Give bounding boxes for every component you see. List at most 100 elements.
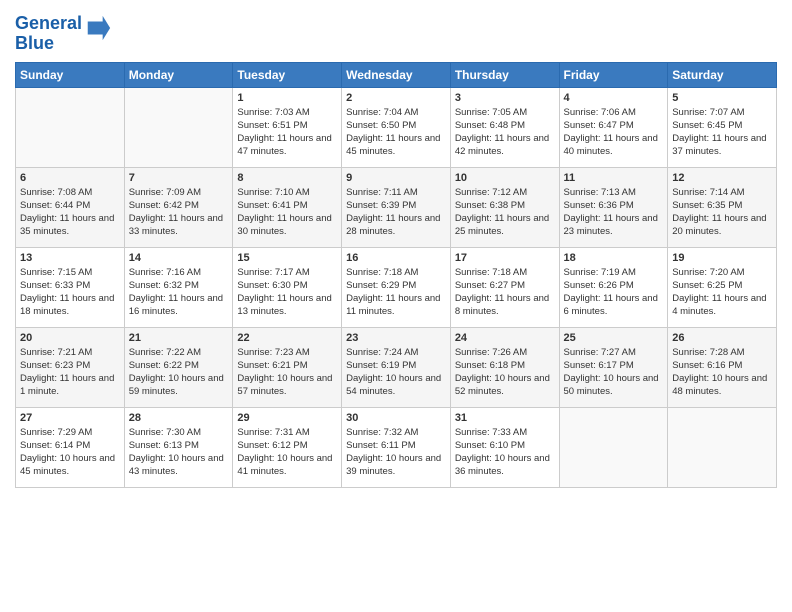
calendar-cell xyxy=(668,407,777,487)
cell-info: Sunrise: 7:29 AM Sunset: 6:14 PM Dayligh… xyxy=(20,426,120,479)
logo-text-blue: Blue xyxy=(15,33,54,53)
day-number: 27 xyxy=(20,412,120,424)
calendar-week-4: 20Sunrise: 7:21 AM Sunset: 6:23 PM Dayli… xyxy=(16,327,777,407)
calendar-cell: 23Sunrise: 7:24 AM Sunset: 6:19 PM Dayli… xyxy=(342,327,451,407)
calendar-cell: 30 Sunrise: 7:32 AM Sunset: 6:11 PM Dayli… xyxy=(342,407,451,487)
day-number: 28 xyxy=(129,412,229,424)
cell-info: Sunrise: 7:13 AM Sunset: 6:36 PM Dayligh… xyxy=(564,186,664,239)
calendar-cell: 1 Sunrise: 7:03 AM Sunset: 6:51 PM Daylig… xyxy=(233,87,342,167)
calendar-cell: 4 Sunrise: 7:06 AM Sunset: 6:47 PM Daylig… xyxy=(559,87,668,167)
day-number: 22 xyxy=(237,332,337,344)
header-day-tuesday: Tuesday xyxy=(233,62,342,87)
calendar-cell: 15 Sunrise: 7:17 AM Sunset: 6:30 PM Dayli… xyxy=(233,247,342,327)
day-number: 30 xyxy=(346,412,446,424)
calendar-cell: 14 Sunrise: 7:16 AM Sunset: 6:32 PM Dayli… xyxy=(124,247,233,327)
calendar-cell: 28 Sunrise: 7:30 AM Sunset: 6:13 PM Dayli… xyxy=(124,407,233,487)
day-number: 19 xyxy=(672,252,772,264)
day-number: 6 xyxy=(20,172,120,184)
cell-info: Sunrise: 7:23 AM Sunset: 6:21 PM Dayligh… xyxy=(237,346,337,399)
calendar-table: SundayMondayTuesdayWednesdayThursdayFrid… xyxy=(15,62,777,488)
calendar-cell: 7 Sunrise: 7:09 AM Sunset: 6:42 PM Daylig… xyxy=(124,167,233,247)
cell-info: Sunrise: 7:21 AM Sunset: 6:23 PM Dayligh… xyxy=(20,346,120,399)
cell-info: Sunrise: 7:20 AM Sunset: 6:25 PM Dayligh… xyxy=(672,266,772,319)
day-number: 2 xyxy=(346,92,446,104)
header-day-friday: Friday xyxy=(559,62,668,87)
header: General Blue xyxy=(15,10,777,54)
calendar-week-3: 13 Sunrise: 7:15 AM Sunset: 6:33 PM Dayli… xyxy=(16,247,777,327)
calendar-week-5: 27 Sunrise: 7:29 AM Sunset: 6:14 PM Dayli… xyxy=(16,407,777,487)
cell-info: Sunrise: 7:18 AM Sunset: 6:27 PM Dayligh… xyxy=(455,266,555,319)
day-number: 24 xyxy=(455,332,555,344)
calendar-cell: 9 Sunrise: 7:11 AM Sunset: 6:39 PM Daylig… xyxy=(342,167,451,247)
calendar-cell: 22 Sunrise: 7:23 AM Sunset: 6:21 PM Dayli… xyxy=(233,327,342,407)
cell-info: Sunrise: 7:24 AM Sunset: 6:19 PM Dayligh… xyxy=(346,346,446,399)
header-day-sunday: Sunday xyxy=(16,62,125,87)
day-number: 29 xyxy=(237,412,337,424)
calendar-cell: 18Sunrise: 7:19 AM Sunset: 6:26 PM Dayli… xyxy=(559,247,668,327)
day-number: 1 xyxy=(237,92,337,104)
calendar-cell xyxy=(16,87,125,167)
day-number: 3 xyxy=(455,92,555,104)
cell-info: Sunrise: 7:14 AM Sunset: 6:35 PM Dayligh… xyxy=(672,186,772,239)
logo-text-general: General xyxy=(15,13,82,33)
calendar-cell: 25 Sunrise: 7:27 AM Sunset: 6:17 PM Dayli… xyxy=(559,327,668,407)
calendar-cell: 10Sunrise: 7:12 AM Sunset: 6:38 PM Dayli… xyxy=(450,167,559,247)
day-number: 16 xyxy=(346,252,446,264)
day-number: 4 xyxy=(564,92,664,104)
calendar-cell: 2 Sunrise: 7:04 AM Sunset: 6:50 PM Daylig… xyxy=(342,87,451,167)
calendar-cell: 26Sunrise: 7:28 AM Sunset: 6:16 PM Dayli… xyxy=(668,327,777,407)
calendar-cell: 5Sunrise: 7:07 AM Sunset: 6:45 PM Daylig… xyxy=(668,87,777,167)
calendar-cell xyxy=(559,407,668,487)
day-number: 15 xyxy=(237,252,337,264)
cell-info: Sunrise: 7:19 AM Sunset: 6:26 PM Dayligh… xyxy=(564,266,664,319)
cell-info: Sunrise: 7:07 AM Sunset: 6:45 PM Dayligh… xyxy=(672,106,772,159)
calendar-cell: 8 Sunrise: 7:10 AM Sunset: 6:41 PM Daylig… xyxy=(233,167,342,247)
cell-info: Sunrise: 7:27 AM Sunset: 6:17 PM Dayligh… xyxy=(564,346,664,399)
cell-info: Sunrise: 7:06 AM Sunset: 6:47 PM Dayligh… xyxy=(564,106,664,159)
header-day-monday: Monday xyxy=(124,62,233,87)
header-day-thursday: Thursday xyxy=(450,62,559,87)
day-number: 14 xyxy=(129,252,229,264)
cell-info: Sunrise: 7:12 AM Sunset: 6:38 PM Dayligh… xyxy=(455,186,555,239)
header-day-saturday: Saturday xyxy=(668,62,777,87)
cell-info: Sunrise: 7:18 AM Sunset: 6:29 PM Dayligh… xyxy=(346,266,446,319)
calendar-cell: 31Sunrise: 7:33 AM Sunset: 6:10 PM Dayli… xyxy=(450,407,559,487)
header-row: SundayMondayTuesdayWednesdayThursdayFrid… xyxy=(16,62,777,87)
cell-info: Sunrise: 7:04 AM Sunset: 6:50 PM Dayligh… xyxy=(346,106,446,159)
calendar-week-2: 6 Sunrise: 7:08 AM Sunset: 6:44 PM Daylig… xyxy=(16,167,777,247)
cell-info: Sunrise: 7:33 AM Sunset: 6:10 PM Dayligh… xyxy=(455,426,555,479)
day-number: 8 xyxy=(237,172,337,184)
calendar-cell: 6 Sunrise: 7:08 AM Sunset: 6:44 PM Daylig… xyxy=(16,167,125,247)
calendar-cell: 21 Sunrise: 7:22 AM Sunset: 6:22 PM Dayli… xyxy=(124,327,233,407)
cell-info: Sunrise: 7:16 AM Sunset: 6:32 PM Dayligh… xyxy=(129,266,229,319)
cell-info: Sunrise: 7:10 AM Sunset: 6:41 PM Dayligh… xyxy=(237,186,337,239)
cell-info: Sunrise: 7:03 AM Sunset: 6:51 PM Dayligh… xyxy=(237,106,337,159)
calendar-cell: 27 Sunrise: 7:29 AM Sunset: 6:14 PM Dayli… xyxy=(16,407,125,487)
cell-info: Sunrise: 7:09 AM Sunset: 6:42 PM Dayligh… xyxy=(129,186,229,239)
calendar-cell: 11 Sunrise: 7:13 AM Sunset: 6:36 PM Dayli… xyxy=(559,167,668,247)
day-number: 21 xyxy=(129,332,229,344)
cell-info: Sunrise: 7:11 AM Sunset: 6:39 PM Dayligh… xyxy=(346,186,446,239)
day-number: 11 xyxy=(564,172,664,184)
calendar-cell: 3Sunrise: 7:05 AM Sunset: 6:48 PM Daylig… xyxy=(450,87,559,167)
cell-info: Sunrise: 7:30 AM Sunset: 6:13 PM Dayligh… xyxy=(129,426,229,479)
day-number: 17 xyxy=(455,252,555,264)
logo-arrow-icon xyxy=(84,14,112,42)
day-number: 13 xyxy=(20,252,120,264)
cell-info: Sunrise: 7:22 AM Sunset: 6:22 PM Dayligh… xyxy=(129,346,229,399)
cell-info: Sunrise: 7:08 AM Sunset: 6:44 PM Dayligh… xyxy=(20,186,120,239)
day-number: 25 xyxy=(564,332,664,344)
calendar-cell xyxy=(124,87,233,167)
day-number: 9 xyxy=(346,172,446,184)
cell-info: Sunrise: 7:32 AM Sunset: 6:11 PM Dayligh… xyxy=(346,426,446,479)
calendar-cell: 17 Sunrise: 7:18 AM Sunset: 6:27 PM Dayli… xyxy=(450,247,559,327)
calendar-page: General Blue SundayMondayTuesdayWednesda… xyxy=(0,0,792,612)
cell-info: Sunrise: 7:15 AM Sunset: 6:33 PM Dayligh… xyxy=(20,266,120,319)
cell-info: Sunrise: 7:26 AM Sunset: 6:18 PM Dayligh… xyxy=(455,346,555,399)
calendar-cell: 12Sunrise: 7:14 AM Sunset: 6:35 PM Dayli… xyxy=(668,167,777,247)
cell-info: Sunrise: 7:17 AM Sunset: 6:30 PM Dayligh… xyxy=(237,266,337,319)
calendar-cell: 16 Sunrise: 7:18 AM Sunset: 6:29 PM Dayli… xyxy=(342,247,451,327)
cell-info: Sunrise: 7:31 AM Sunset: 6:12 PM Dayligh… xyxy=(237,426,337,479)
calendar-cell: 13 Sunrise: 7:15 AM Sunset: 6:33 PM Dayli… xyxy=(16,247,125,327)
day-number: 7 xyxy=(129,172,229,184)
